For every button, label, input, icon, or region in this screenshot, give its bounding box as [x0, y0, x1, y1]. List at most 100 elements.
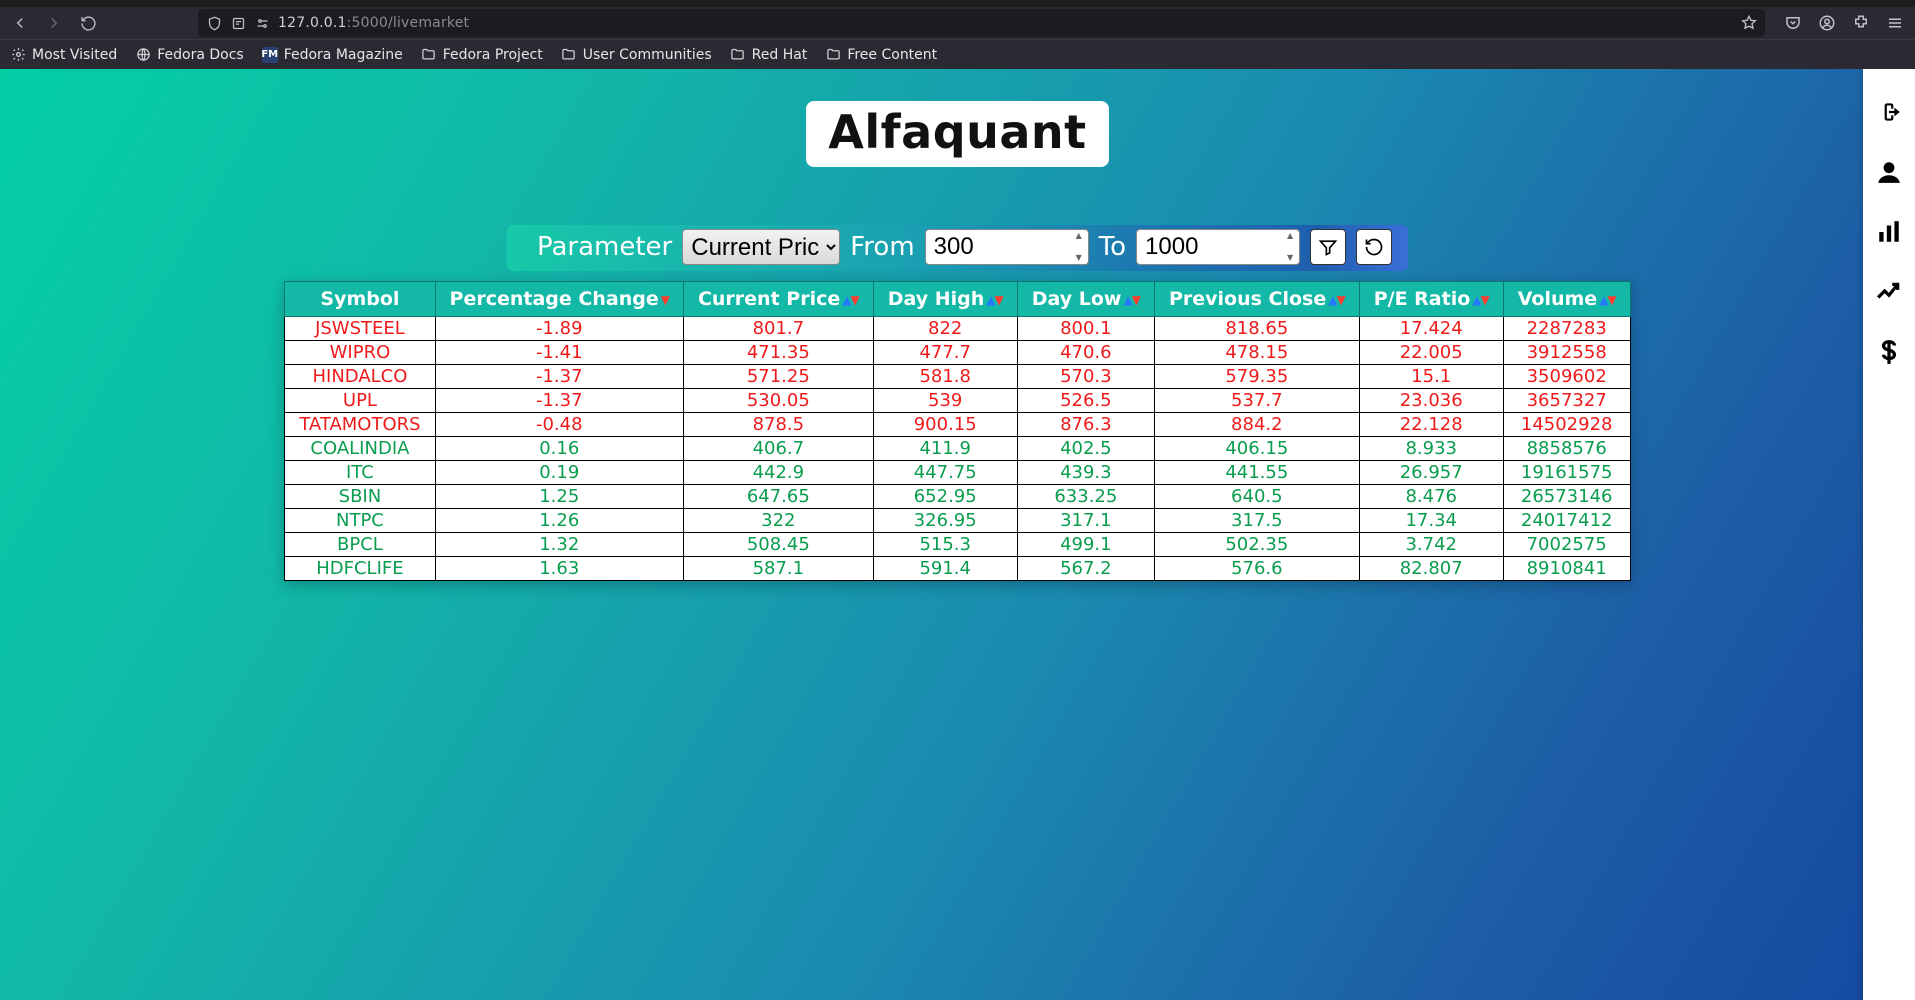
- to-spinner[interactable]: ▲▼: [1283, 232, 1297, 262]
- cell-prev: 576.6: [1154, 557, 1359, 581]
- table-row[interactable]: UPL-1.37530.05539526.5537.723.0363657327: [285, 389, 1630, 413]
- table-row[interactable]: BPCL1.32508.45515.3499.1502.353.74270025…: [285, 533, 1630, 557]
- table-row[interactable]: COALINDIA0.16406.7411.9402.5406.158.9338…: [285, 437, 1630, 461]
- col-price[interactable]: Current Price▲▼: [683, 282, 873, 317]
- table-wrap: SymbolPercentage Change▼Current Price▲▼D…: [0, 281, 1915, 581]
- cell-prev: 884.2: [1154, 413, 1359, 437]
- cell-high: 326.95: [873, 509, 1017, 533]
- col-pe[interactable]: P/E Ratio▲▼: [1359, 282, 1503, 317]
- to-input[interactable]: [1136, 229, 1300, 265]
- account-icon[interactable]: [1813, 9, 1841, 37]
- table-row[interactable]: ITC0.19442.9447.75439.3441.5526.95719161…: [285, 461, 1630, 485]
- extensions-icon[interactable]: [1847, 9, 1875, 37]
- cell-vol: 14502928: [1503, 413, 1630, 437]
- url-path: :5000/livemarket: [347, 15, 470, 31]
- cell-prev: 478.15: [1154, 341, 1359, 365]
- col-vol[interactable]: Volume▲▼: [1503, 282, 1630, 317]
- cell-low: 526.5: [1017, 389, 1154, 413]
- pocket-icon[interactable]: [1779, 9, 1807, 37]
- parameter-select[interactable]: Current Price: [682, 229, 840, 265]
- nav-forward-button[interactable]: [40, 9, 68, 37]
- col-pct[interactable]: Percentage Change▼: [435, 282, 683, 317]
- bookmark-item[interactable]: Free Content: [825, 47, 937, 63]
- table-header-row: SymbolPercentage Change▼Current Price▲▼D…: [285, 282, 1630, 317]
- cell-symbol: TATAMOTORS: [285, 413, 435, 437]
- cell-high: 652.95: [873, 485, 1017, 509]
- cell-prev: 441.55: [1154, 461, 1359, 485]
- cell-pe: 8.476: [1359, 485, 1503, 509]
- dollar-icon[interactable]: [1874, 337, 1904, 367]
- cell-low: 570.3: [1017, 365, 1154, 389]
- col-low[interactable]: Day Low▲▼: [1017, 282, 1154, 317]
- nav-back-button[interactable]: [6, 9, 34, 37]
- table-row[interactable]: TATAMOTORS-0.48878.5900.15876.3884.222.1…: [285, 413, 1630, 437]
- bookmark-item[interactable]: Red Hat: [730, 47, 808, 63]
- col-label: Day High: [888, 288, 985, 310]
- browser-tab-strip: [0, 0, 1915, 7]
- cell-pct: 0.16: [435, 437, 683, 461]
- cell-pe: 23.036: [1359, 389, 1503, 413]
- cell-high: 581.8: [873, 365, 1017, 389]
- table-row[interactable]: SBIN1.25647.65652.95633.25640.58.4762657…: [285, 485, 1630, 509]
- cell-vol: 3912558: [1503, 341, 1630, 365]
- cell-pe: 82.807: [1359, 557, 1503, 581]
- bookmark-item[interactable]: Fedora Project: [421, 47, 543, 63]
- app-title-wrap: Alfaquant: [0, 69, 1915, 167]
- globe-icon: [135, 47, 151, 63]
- col-prev[interactable]: Previous Close▲▼: [1154, 282, 1359, 317]
- bookmark-item[interactable]: Fedora Docs: [135, 47, 243, 63]
- cell-price: 647.65: [683, 485, 873, 509]
- col-label: Symbol: [320, 288, 399, 310]
- bookmark-item[interactable]: FMFedora Magazine: [262, 47, 403, 63]
- table-row[interactable]: HDFCLIFE1.63587.1591.4567.2576.682.80789…: [285, 557, 1630, 581]
- filter-bar: Parameter Current Price From ▲▼ To ▲▼: [0, 225, 1915, 271]
- cell-pe: 22.128: [1359, 413, 1503, 437]
- table-row[interactable]: HINDALCO-1.37571.25581.8570.3579.3515.13…: [285, 365, 1630, 389]
- cell-low: 402.5: [1017, 437, 1154, 461]
- bookmark-item[interactable]: Most Visited: [10, 47, 117, 63]
- fedora-magazine-icon: FM: [262, 47, 278, 63]
- cell-symbol: SBIN: [285, 485, 435, 509]
- cell-pe: 3.742: [1359, 533, 1503, 557]
- url-host: 127.0.0.1: [278, 15, 347, 31]
- cell-price: 878.5: [683, 413, 873, 437]
- page-info-icon[interactable]: [230, 15, 246, 31]
- bookmark-star-icon[interactable]: [1741, 15, 1757, 31]
- col-high[interactable]: Day High▲▼: [873, 282, 1017, 317]
- cell-price: 322: [683, 509, 873, 533]
- from-spinner[interactable]: ▲▼: [1072, 232, 1086, 262]
- app-menu-icon[interactable]: [1881, 9, 1909, 37]
- col-symbol: Symbol: [285, 282, 435, 317]
- bookmark-label: Free Content: [847, 47, 937, 63]
- table-row[interactable]: JSWSTEEL-1.89801.7822800.1818.6517.42422…: [285, 317, 1630, 341]
- trend-icon[interactable]: [1874, 277, 1904, 307]
- bookmark-label: Most Visited: [32, 47, 117, 63]
- from-input[interactable]: [925, 229, 1089, 265]
- bookmark-item[interactable]: User Communities: [561, 47, 712, 63]
- cell-low: 470.6: [1017, 341, 1154, 365]
- bar-chart-icon[interactable]: [1874, 217, 1904, 247]
- table-row[interactable]: NTPC1.26322326.95317.1317.517.3424017412: [285, 509, 1630, 533]
- filter-button[interactable]: [1310, 229, 1346, 265]
- nav-refresh-button[interactable]: [74, 9, 102, 37]
- cell-pct: -1.89: [435, 317, 683, 341]
- user-icon[interactable]: [1874, 157, 1904, 187]
- cell-symbol: BPCL: [285, 533, 435, 557]
- cell-price: 508.45: [683, 533, 873, 557]
- reset-button[interactable]: [1356, 229, 1392, 265]
- cell-high: 447.75: [873, 461, 1017, 485]
- cell-price: 442.9: [683, 461, 873, 485]
- cell-prev: 317.5: [1154, 509, 1359, 533]
- browser-toolbar: 127.0.0.1:5000/livemarket: [0, 7, 1915, 39]
- cell-prev: 502.35: [1154, 533, 1359, 557]
- logout-icon[interactable]: [1874, 97, 1904, 127]
- cell-vol: 8858576: [1503, 437, 1630, 461]
- cell-symbol: NTPC: [285, 509, 435, 533]
- cell-vol: 3509602: [1503, 365, 1630, 389]
- table-row[interactable]: WIPRO-1.41471.35477.7470.6478.1522.00539…: [285, 341, 1630, 365]
- cell-vol: 26573146: [1503, 485, 1630, 509]
- permissions-icon[interactable]: [254, 15, 270, 31]
- shield-icon: [206, 15, 222, 31]
- cell-low: 499.1: [1017, 533, 1154, 557]
- url-bar[interactable]: 127.0.0.1:5000/livemarket: [198, 9, 1765, 37]
